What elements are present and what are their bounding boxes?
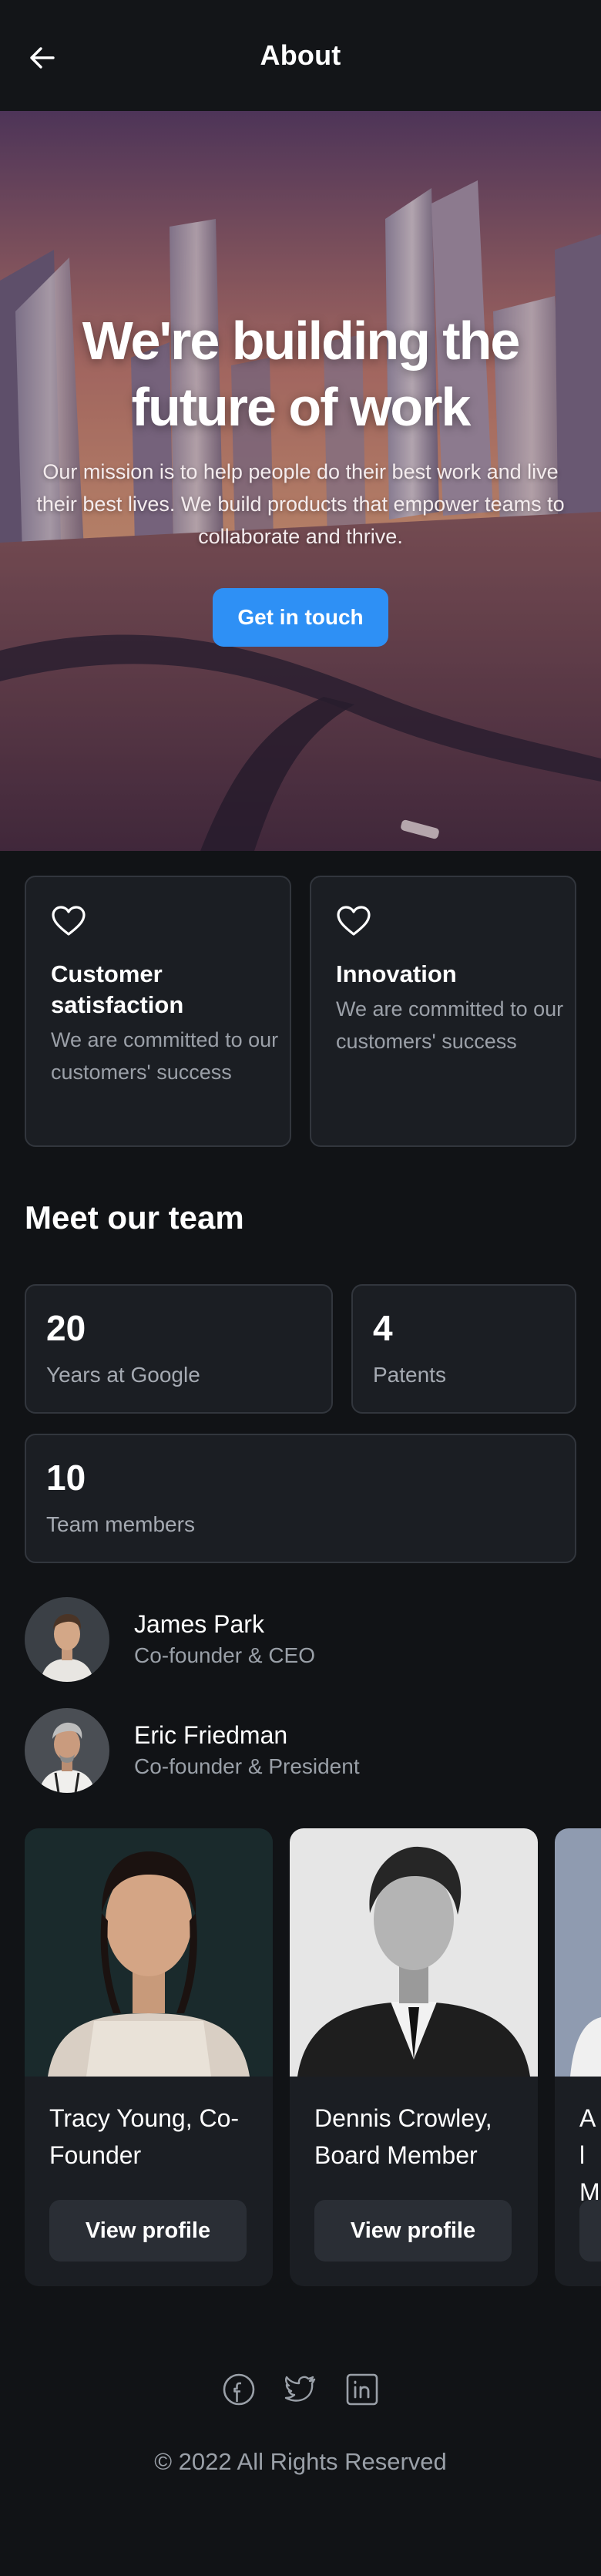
value-card-customer-satisfaction: Customer satisfaction We are committed t… xyxy=(25,876,291,1147)
view-profile-button[interactable] xyxy=(579,2200,601,2262)
page-title: About xyxy=(260,39,341,71)
member-role: Co-founder & President xyxy=(134,1754,360,1778)
value-card-innovation: Innovation We are committed to our custo… xyxy=(310,876,576,1147)
top-bar: About xyxy=(0,0,601,111)
stat-card-team-members: 10 Team members xyxy=(25,1434,576,1563)
twitter-icon[interactable] xyxy=(284,2373,317,2406)
heart-icon xyxy=(52,906,86,936)
value-description: We are committed to our customers' succe… xyxy=(51,1028,279,1084)
member-name: Eric Friedman xyxy=(134,1721,288,1749)
avatar xyxy=(25,1708,109,1793)
value-title: Customer satisfaction xyxy=(51,960,184,1018)
stat-value: 20 xyxy=(46,1308,86,1348)
member-name: James Park xyxy=(134,1610,264,1638)
back-button[interactable] xyxy=(23,39,62,77)
stat-value: 4 xyxy=(373,1308,393,1348)
member-role: Co-founder & CEO xyxy=(134,1643,315,1667)
get-in-touch-button[interactable]: Get in touch xyxy=(213,588,388,647)
team-section-title: Meet our team xyxy=(25,1199,244,1236)
stat-label: Patents xyxy=(373,1363,446,1387)
view-profile-button[interactable]: View profile xyxy=(314,2200,512,2262)
profile-photo xyxy=(25,1828,273,2077)
hero-text: Our mission is to help people do their b… xyxy=(36,460,565,548)
member-row[interactable]: James Park Co-founder & CEO xyxy=(25,1597,315,1682)
profile-name: Tracy Young, Co-Founder xyxy=(49,2104,240,2169)
member-row[interactable]: Eric Friedman Co-founder & President xyxy=(25,1708,360,1793)
avatar xyxy=(25,1597,109,1682)
stat-card-patents: 4 Patents xyxy=(351,1284,576,1414)
profile-card[interactable]: Tracy Young, Co-Founder View profile xyxy=(25,1828,273,2286)
linkedin-icon[interactable] xyxy=(345,2373,379,2406)
profile-photo xyxy=(290,1828,538,2077)
hero-section: We're building the future of work Our mi… xyxy=(0,111,601,851)
value-title: Innovation xyxy=(336,960,457,987)
stat-card-years: 20 Years at Google xyxy=(25,1284,333,1414)
profile-name: Al M xyxy=(579,2104,600,2206)
profile-card[interactable]: Dennis Crowley, Board Member View profil… xyxy=(290,1828,538,2286)
profile-card-partial[interactable]: Al M xyxy=(555,1828,601,2286)
profile-photo xyxy=(555,1828,601,2077)
value-description: We are committed to our customers' succe… xyxy=(336,997,564,1053)
stat-value: 10 xyxy=(46,1458,86,1498)
heart-icon xyxy=(337,906,371,936)
stat-label: Years at Google xyxy=(46,1363,200,1387)
facebook-icon[interactable] xyxy=(222,2373,256,2406)
view-profile-button[interactable]: View profile xyxy=(49,2200,247,2262)
profile-name: Dennis Crowley, Board Member xyxy=(314,2104,492,2169)
hero-title: We're building the future of work xyxy=(82,311,521,437)
stat-label: Team members xyxy=(46,1512,195,1536)
copyright: © 2022 All Rights Reserved xyxy=(154,2448,447,2475)
arrow-left-icon xyxy=(30,47,55,69)
hero-content: We're building the future of work Our mi… xyxy=(0,308,601,647)
